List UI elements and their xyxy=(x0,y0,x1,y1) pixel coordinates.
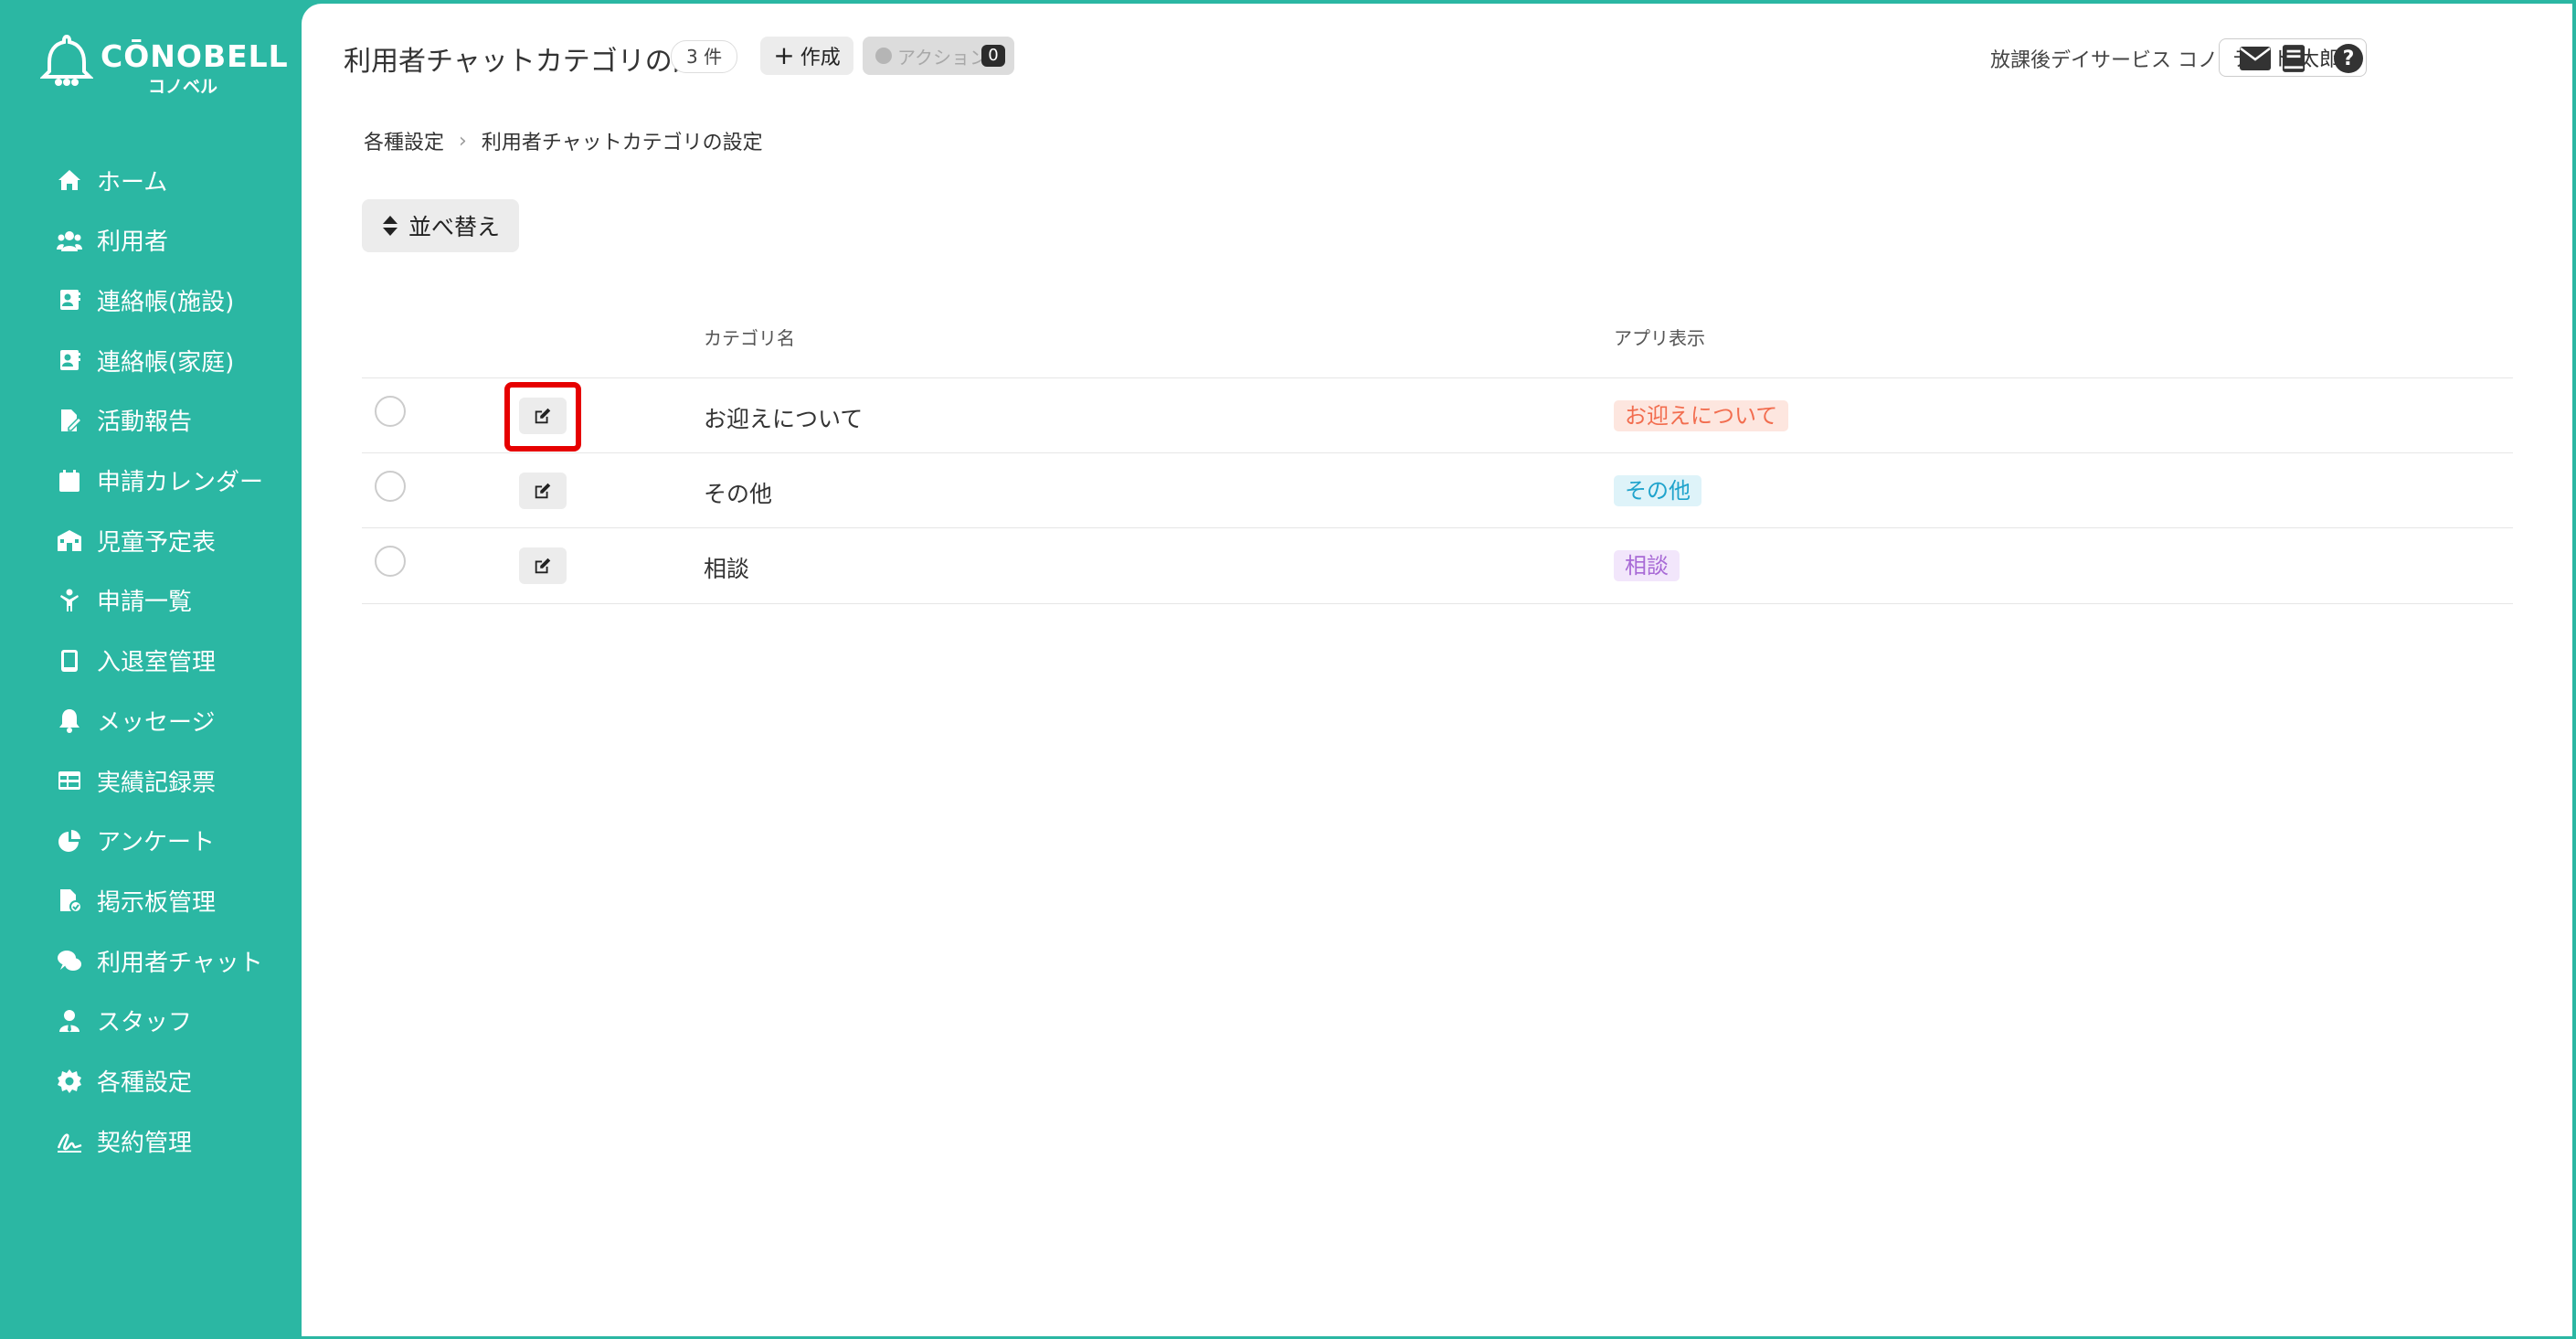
sidebar-item-label: 契約管理 xyxy=(97,1129,193,1157)
signature-icon xyxy=(55,1126,84,1155)
sidebar-item[interactable]: 利用者 xyxy=(55,218,168,263)
row-checkbox[interactable] xyxy=(375,546,406,577)
sidebar-item-label: 各種設定 xyxy=(97,1069,193,1097)
svg-text:?: ? xyxy=(2343,48,2355,70)
breadcrumb-current: 利用者チャットカテゴリの設定 xyxy=(481,132,763,154)
book-icon[interactable] xyxy=(2277,42,2310,75)
app-display-tag: その他 xyxy=(1614,475,1701,506)
sidebar-item[interactable]: スタッフ xyxy=(55,998,192,1044)
category-name: 相談 xyxy=(704,556,750,582)
sidebar-item-label: 利用者チャット xyxy=(97,949,263,977)
sidebar-item-label: 連絡帳(施設) xyxy=(97,288,235,316)
column-header-category-name: カテゴリ名 xyxy=(704,327,795,349)
sidebar-item-label: 実績記録票 xyxy=(97,769,217,797)
sidebar-item-label: メッセージ xyxy=(97,708,216,737)
sidebar-item-label: 連絡帳(家庭) xyxy=(97,348,235,377)
school-icon xyxy=(55,526,84,555)
sidebar-item-label: 掲示板管理 xyxy=(97,888,217,917)
app-display-tag: お迎えについて xyxy=(1614,400,1789,431)
pie-chart-icon xyxy=(55,826,84,855)
breadcrumb: 各種設定 › 利用者チャットカテゴリの設定 xyxy=(364,126,763,155)
sidebar-item-label: 入退室管理 xyxy=(97,649,217,677)
sidebar-item-label: スタッフ xyxy=(97,1009,193,1037)
breadcrumb-parent[interactable]: 各種設定 xyxy=(364,126,444,155)
row-checkbox[interactable] xyxy=(375,396,406,427)
hand-icon xyxy=(875,48,892,64)
edit-icon xyxy=(535,483,551,499)
sidebar-item-label: 活動報告 xyxy=(97,409,193,437)
user-tie-icon xyxy=(55,1006,84,1036)
sidebar-item[interactable]: アンケート xyxy=(55,818,215,864)
file-pen-icon xyxy=(55,406,84,435)
category-name: その他 xyxy=(704,481,773,507)
main-panel: 利用者チャットカテゴリの設定 3 件 + 作成 アクション 0 放課後デイサービ… xyxy=(302,4,2572,1336)
sidebar-item-label: 申請一覧 xyxy=(97,589,193,617)
category-name: お迎えについて xyxy=(704,406,864,432)
sidebar-item[interactable]: 申請カレンダー xyxy=(55,458,263,504)
row-checkbox[interactable] xyxy=(375,471,406,502)
sidebar-item[interactable]: ホーム xyxy=(55,157,167,203)
sidebar: CŌNOBELL コノベル ホーム利用者連絡帳(施設) 連絡帳(家庭) 活動報告申請… xyxy=(0,0,302,1339)
sort-icon xyxy=(382,216,398,236)
users-icon xyxy=(55,226,84,255)
sidebar-item-label: 児童予定表 xyxy=(97,528,217,557)
sidebar-item[interactable]: 活動報告 xyxy=(55,398,192,443)
home-icon xyxy=(55,165,84,195)
sidebar-item-label: アンケート xyxy=(97,829,215,857)
mail-icon[interactable] xyxy=(2239,42,2272,75)
sidebar-item[interactable]: 入退室管理 xyxy=(55,638,216,684)
edit-button[interactable] xyxy=(519,473,567,509)
sidebar-item[interactable]: 掲示板管理 xyxy=(55,877,216,923)
column-header-app-display: アプリ表示 xyxy=(1614,327,1705,349)
sidebar-item[interactable]: 児童予定表 xyxy=(55,517,216,563)
help-icon[interactable]: ? xyxy=(2332,42,2365,75)
bell-icon xyxy=(55,706,84,735)
breadcrumb-separator: › xyxy=(459,129,467,153)
count-badge: 3 件 xyxy=(671,40,738,73)
tablet-icon xyxy=(55,646,84,675)
table-icon xyxy=(55,766,84,795)
sidebar-item[interactable]: 実績記録票 xyxy=(55,758,216,803)
sidebar-item[interactable]: 連絡帳(家庭) xyxy=(55,337,234,383)
sort-button[interactable]: 並べ替え xyxy=(362,199,519,252)
calendar-icon xyxy=(55,466,84,495)
sidebar-item[interactable]: 利用者チャット xyxy=(55,938,263,983)
app-display-tag: 相談 xyxy=(1614,550,1680,581)
highlight-annotation xyxy=(504,382,581,452)
action-button-label: アクション xyxy=(897,46,988,69)
sidebar-item-label: ホーム xyxy=(97,168,168,197)
gear-icon xyxy=(55,1067,84,1096)
contact-book-icon xyxy=(55,285,84,314)
sort-button-label: 並べ替え xyxy=(408,214,500,240)
edit-button[interactable] xyxy=(519,547,567,584)
sidebar-item[interactable]: 連絡帳(施設) xyxy=(55,277,234,323)
page-title: 利用者チャットカテゴリの設定 xyxy=(344,46,727,78)
sidebar-item-label: 利用者 xyxy=(97,228,169,257)
action-count-badge: 0 xyxy=(981,45,1005,67)
logo-subtext: コノベル xyxy=(148,77,218,97)
sidebar-item[interactable]: 契約管理 xyxy=(55,1118,192,1164)
sidebar-item[interactable]: 各種設定 xyxy=(55,1058,192,1104)
plus-icon: + xyxy=(773,40,795,70)
table-row: 相談 相談 xyxy=(362,527,2513,604)
sidebar-item[interactable]: メッセージ xyxy=(55,697,215,743)
logo-text: CŌNOBELL xyxy=(101,38,289,74)
contact-book-icon xyxy=(55,345,84,375)
sidebar-item-label: 申請カレンダー xyxy=(97,469,264,496)
logo[interactable]: CŌNOBELL コノベル xyxy=(40,33,288,97)
table-row: お迎えについて お迎えについて xyxy=(362,377,2513,453)
edit-icon xyxy=(535,558,551,574)
create-button-label: 作成 xyxy=(800,47,841,69)
create-button[interactable]: + 作成 xyxy=(760,37,853,75)
bell-logo-icon xyxy=(40,34,93,86)
action-button[interactable]: アクション 0 xyxy=(863,37,1014,75)
sidebar-item[interactable]: 申請一覧 xyxy=(55,578,192,623)
child-icon xyxy=(55,586,84,615)
file-check-icon xyxy=(55,886,84,915)
comments-icon xyxy=(55,946,84,975)
table-row: その他 その他 xyxy=(362,452,2513,528)
